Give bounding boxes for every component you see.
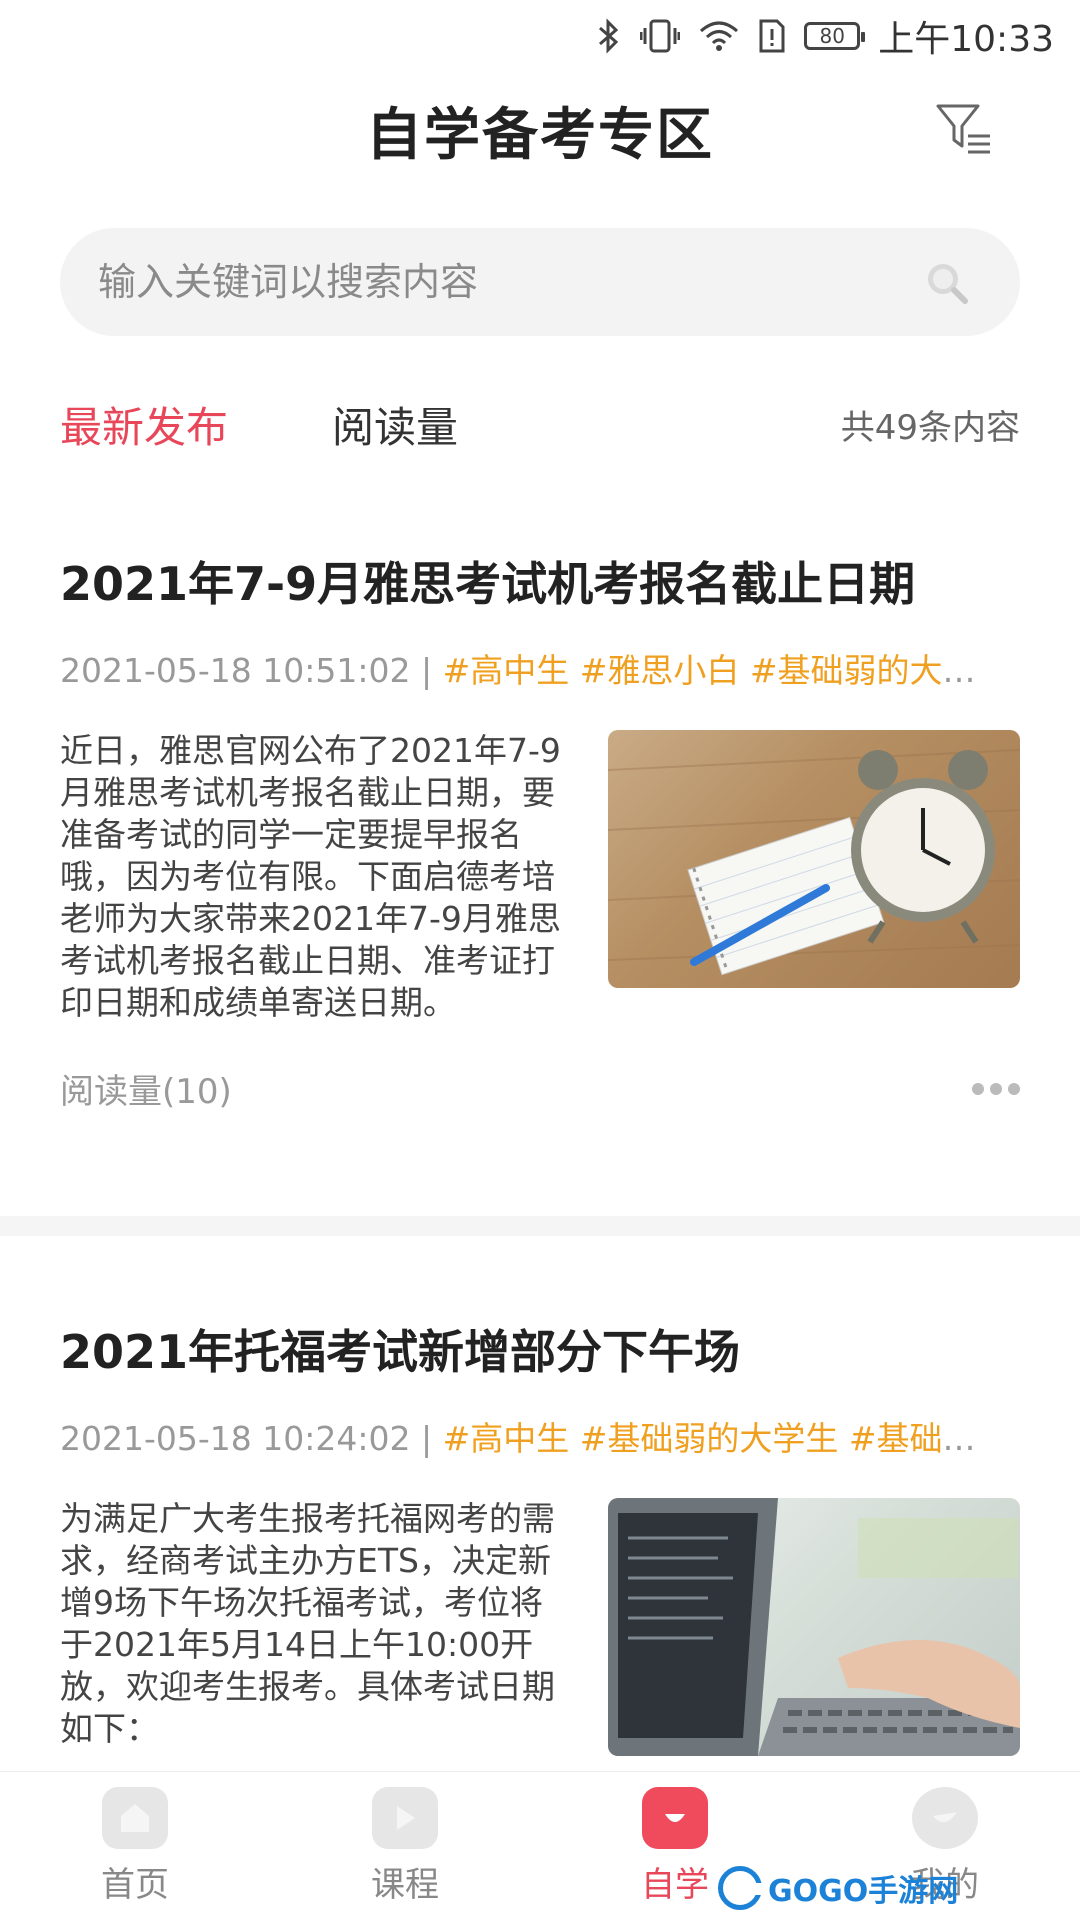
self-study-icon [642, 1786, 708, 1849]
filter-button[interactable] [928, 94, 1000, 166]
article-thumbnail[interactable] [608, 1498, 1020, 1756]
bluetooth-icon [596, 18, 622, 54]
wifi-icon [698, 19, 740, 53]
tab-courses[interactable]: 课程 [270, 1786, 540, 1906]
article-tags[interactable]: #高中生 #雅思小白 #基础弱的大学... [443, 651, 1000, 690]
search-input[interactable] [96, 259, 920, 305]
watermark-g-icon [718, 1866, 763, 1910]
article-summary: 近日，雅思官网公布了2021年7-9月雅思考试机考报名截止日期，要准备考试的同学… [60, 731, 561, 1022]
article-card[interactable]: 2021年7-9月雅思考试机考报名截止日期 2021-05-18 10:51:0… [60, 548, 1020, 1113]
more-dot-icon [1008, 1082, 1020, 1095]
sort-tab-latest[interactable]: 最新发布 [60, 394, 228, 455]
profile-icon [912, 1786, 978, 1849]
filter-icon [936, 104, 990, 154]
more-dot-icon [972, 1082, 984, 1095]
sort-bar: 最新发布 阅读量 共49条内容 [60, 392, 1020, 456]
vibrate-icon [640, 18, 681, 54]
sort-tab-views[interactable]: 阅读量 [332, 394, 458, 455]
article-title[interactable]: 2021年7-9月雅思考试机考报名截止日期 [60, 548, 1020, 614]
article-title[interactable]: 2021年托福考试新增部分下午场 [60, 1316, 1020, 1382]
page-header: 自学备考专区 [0, 84, 1080, 176]
search-bar[interactable] [60, 228, 1020, 336]
watermark-logo: GOGO手游网 [718, 1866, 958, 1910]
watermark-text: GOGO手游网 [768, 1874, 959, 1909]
article-meta: 2021-05-18 10:24:02 | #高中生 #基础弱的大学生 #基础比… [60, 1412, 1000, 1460]
alarm-clock-image [608, 749, 1020, 976]
play-icon [372, 1786, 438, 1849]
status-bar: 80 上午10:33 [0, 0, 1080, 72]
article-body: 近日，雅思官网公布了2021年7-9月雅思考试机考报名截止日期，要准备考试的同学… [60, 730, 1020, 1024]
laptop-image [608, 1498, 1020, 1756]
tab-label: 首页 [101, 1864, 169, 1905]
article-thumbnail[interactable] [608, 730, 1020, 988]
battery-icon: 80 [804, 22, 866, 50]
article-tags[interactable]: #高中生 #基础弱的大学生 #基础比... [443, 1419, 1000, 1458]
search-icon[interactable] [920, 256, 972, 308]
tab-home[interactable]: 首页 [0, 1786, 270, 1906]
section-divider [0, 1216, 1080, 1236]
tab-label: 自学 [641, 1864, 709, 1905]
content-count: 共49条内容 [840, 407, 1020, 448]
article-date: 2021-05-18 10:24:02 | [60, 1419, 433, 1458]
page-title: 自学备考专区 [366, 102, 714, 168]
article-summary: 为满足广大考生报考托福网考的需求，经商考试主办方ETS，决定新增9场下午场次托福… [60, 1499, 555, 1748]
article-date: 2021-05-18 10:51:02 | [60, 651, 433, 690]
more-options-button[interactable] [972, 1075, 1020, 1103]
sim-alert-icon [758, 18, 786, 54]
status-time: 上午10:33 [878, 19, 1054, 60]
article-meta: 2021-05-18 10:51:02 | #高中生 #雅思小白 #基础弱的大学… [60, 644, 1000, 692]
home-icon [102, 1786, 168, 1849]
article-footer: 阅读量(10) [60, 1064, 1020, 1113]
more-dot-icon [990, 1082, 1002, 1095]
read-count: 阅读量(10) [60, 1072, 232, 1112]
article-card[interactable]: 2021年托福考试新增部分下午场 2021-05-18 10:24:02 | #… [60, 1316, 1020, 1756]
article-body: 为满足广大考生报考托福网考的需求，经商考试主办方ETS，决定新增9场下午场次托福… [60, 1498, 1020, 1756]
tab-label: 课程 [371, 1864, 439, 1905]
